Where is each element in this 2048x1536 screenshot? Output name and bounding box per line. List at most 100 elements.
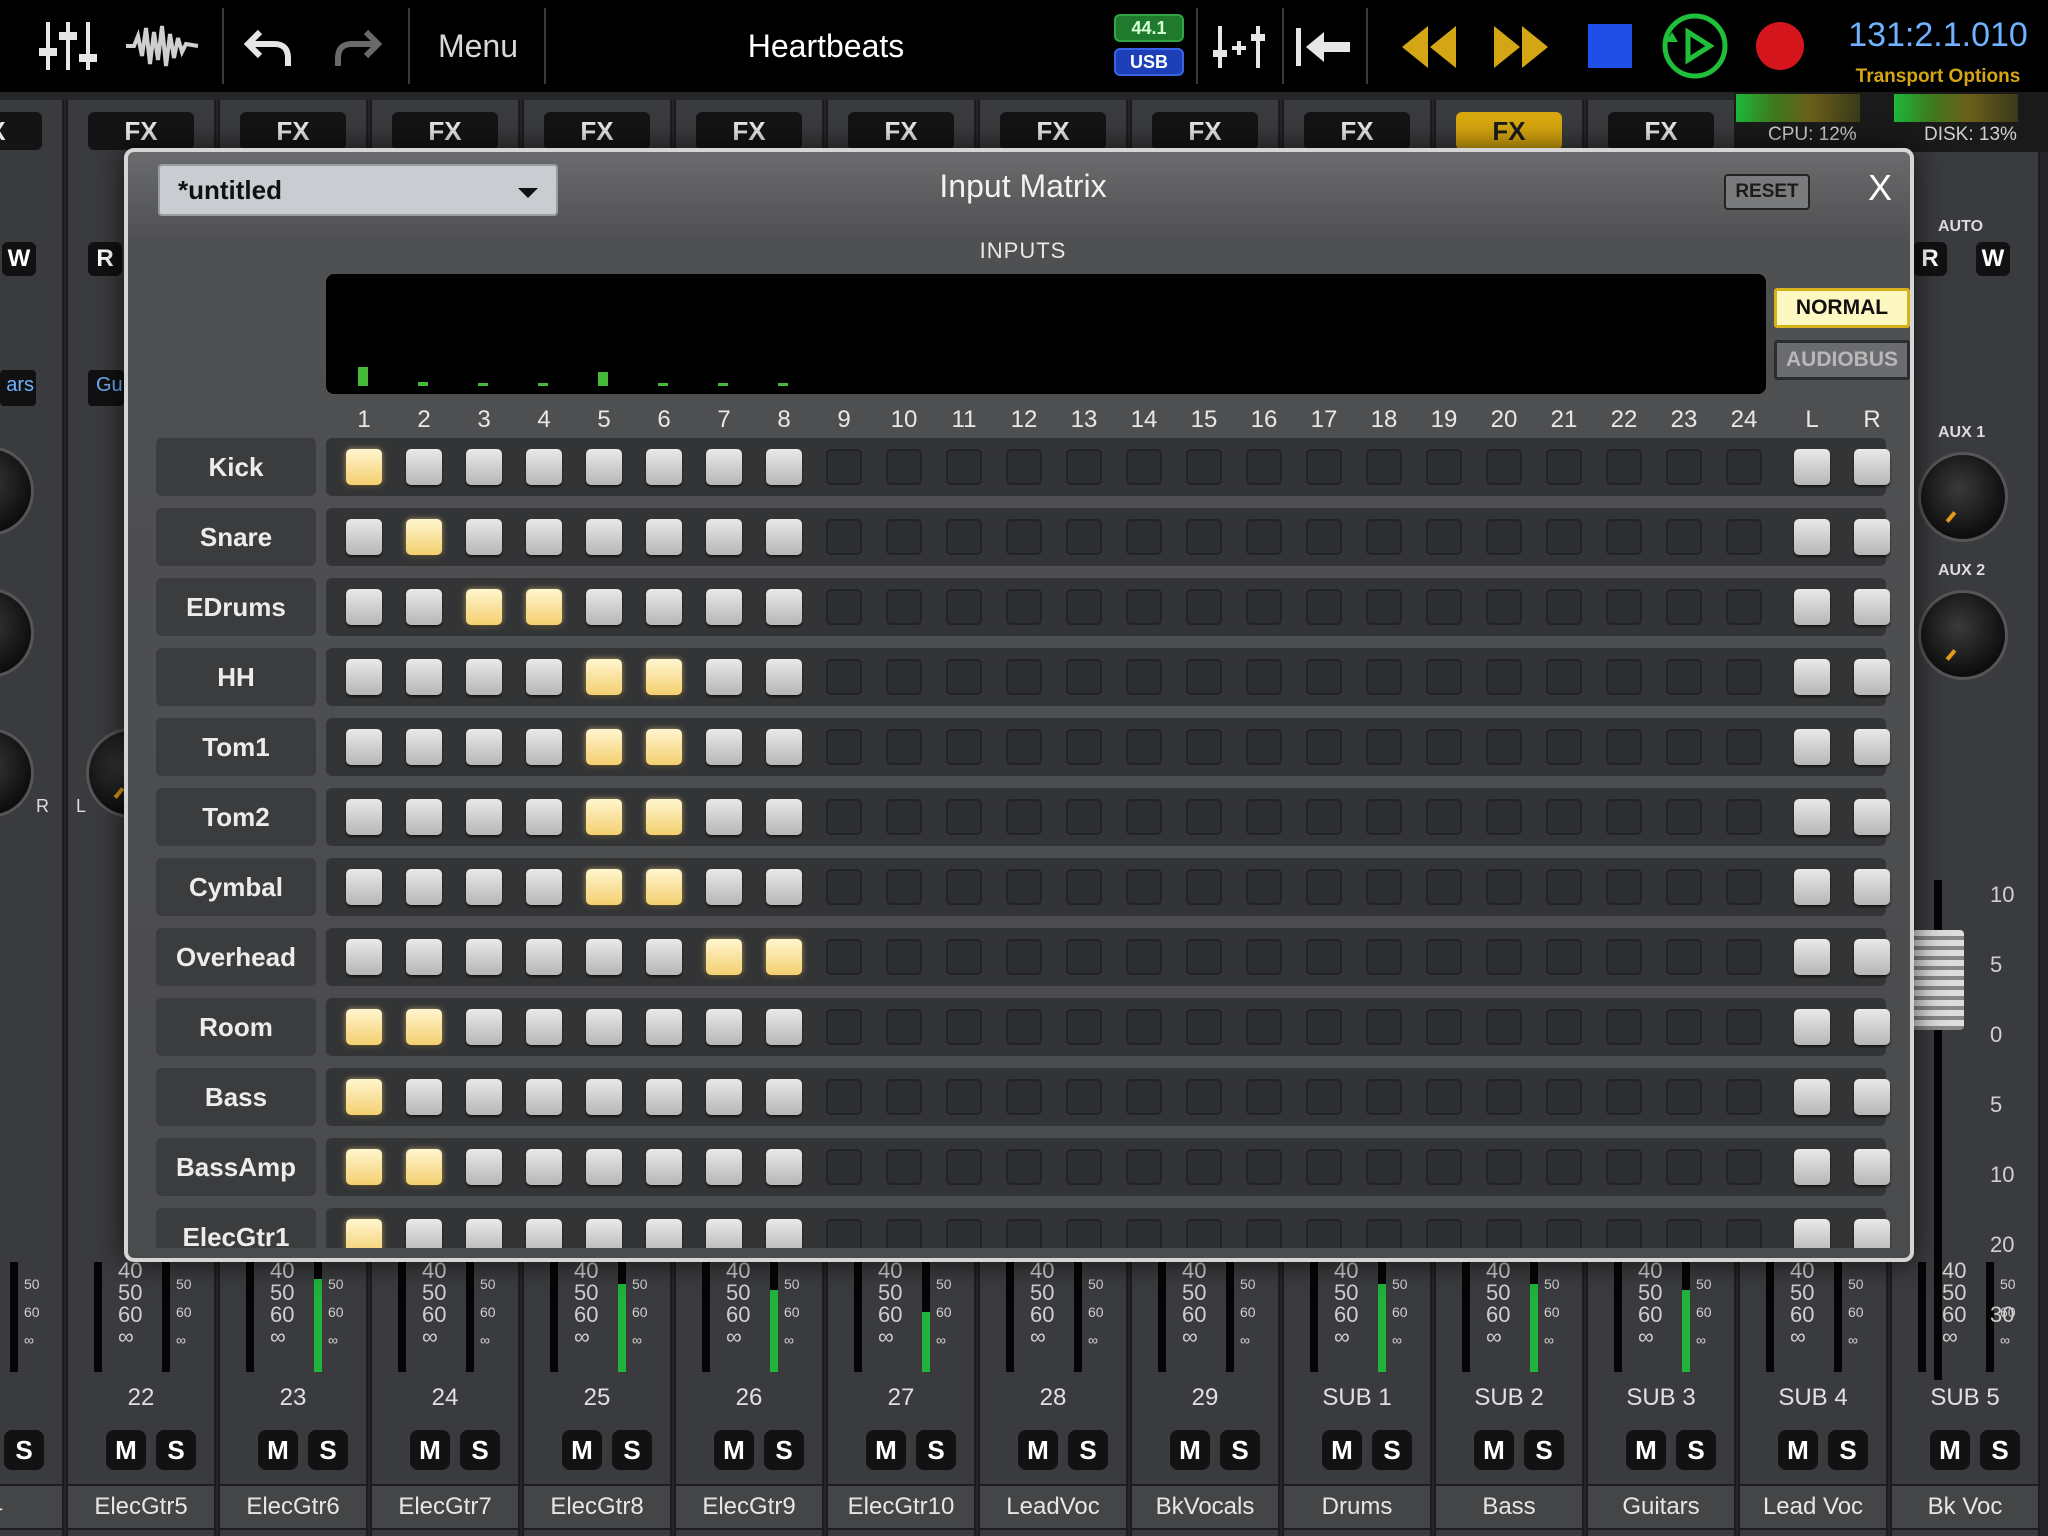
routing-cell[interactable]	[766, 449, 802, 485]
routing-cell[interactable]	[646, 1149, 682, 1185]
mute-button[interactable]: M	[1930, 1430, 1970, 1470]
mute-button[interactable]: M	[1170, 1430, 1210, 1470]
solo-button[interactable]: S	[1676, 1430, 1716, 1470]
routing-cell[interactable]	[646, 729, 682, 765]
solo-button[interactable]: S	[308, 1430, 348, 1470]
routing-cell[interactable]	[1794, 729, 1830, 765]
return-to-start-icon[interactable]	[1294, 26, 1352, 68]
routing-cell[interactable]	[586, 799, 622, 835]
strip-name-button[interactable]: Lead Voc	[1738, 1484, 1888, 1530]
aux2-send-knob[interactable]	[1918, 590, 2008, 680]
routing-cell[interactable]	[406, 1149, 442, 1185]
routing-cell[interactable]	[646, 519, 682, 555]
strip-name-button[interactable]: ElecGtr9	[674, 1484, 824, 1530]
routing-cell[interactable]	[646, 449, 682, 485]
routing-cell[interactable]	[406, 1219, 442, 1248]
routing-cell[interactable]	[646, 1079, 682, 1115]
routing-cell[interactable]	[586, 1009, 622, 1045]
aux1-send-knob[interactable]	[1918, 452, 2008, 542]
routing-cell[interactable]	[706, 939, 742, 975]
track-row-label[interactable]: BassAmp	[156, 1138, 316, 1196]
fader-track[interactable]	[1462, 1262, 1470, 1372]
track-row-label[interactable]: EDrums	[156, 578, 316, 636]
routing-cell[interactable]	[406, 939, 442, 975]
routing-cell[interactable]	[766, 1219, 802, 1248]
strip-name-button[interactable]: ElecGtr7	[370, 1484, 520, 1530]
routing-cell[interactable]	[586, 939, 622, 975]
routing-cell[interactable]	[1854, 799, 1890, 835]
routing-cell[interactable]	[1854, 1149, 1890, 1185]
routing-cell[interactable]	[346, 869, 382, 905]
routing-cell[interactable]	[466, 869, 502, 905]
routing-cell[interactable]	[766, 939, 802, 975]
routing-cell[interactable]	[406, 589, 442, 625]
strip-name-button[interactable]: ElecGtr6	[218, 1484, 368, 1530]
routing-cell[interactable]	[1854, 1009, 1890, 1045]
solo-button[interactable]: S	[1372, 1430, 1412, 1470]
fader-track[interactable]	[1918, 1262, 1926, 1372]
left-strip-write-button[interactable]: W	[2, 242, 36, 276]
waveform-icon[interactable]	[124, 22, 200, 70]
normal-mode-button[interactable]: NORMAL	[1774, 288, 1910, 328]
routing-cell[interactable]	[466, 799, 502, 835]
fader-cap[interactable]	[1912, 930, 1964, 1030]
routing-cell[interactable]	[706, 659, 742, 695]
routing-cell[interactable]	[706, 869, 742, 905]
mute-button[interactable]: M	[714, 1430, 754, 1470]
fader-track[interactable]	[1006, 1262, 1014, 1372]
song-title[interactable]: Heartbeats	[600, 20, 1052, 72]
track-row-label[interactable]: Overhead	[156, 928, 316, 986]
strip-name-button[interactable]: ElecGtr5	[66, 1484, 216, 1530]
timecode-display[interactable]: 131:2.1.010	[1838, 16, 2038, 55]
routing-cell[interactable]	[706, 799, 742, 835]
mute-button[interactable]: M	[410, 1430, 450, 1470]
routing-cell[interactable]	[346, 589, 382, 625]
menu-button[interactable]: Menu	[420, 20, 536, 72]
routing-cell[interactable]	[346, 799, 382, 835]
left-strip-read-button[interactable]: R	[88, 242, 122, 276]
routing-cell[interactable]	[586, 589, 622, 625]
fader-track[interactable]	[702, 1262, 710, 1372]
fast-forward-icon[interactable]	[1492, 22, 1550, 72]
routing-cell[interactable]	[1794, 869, 1830, 905]
routing-cell[interactable]	[466, 659, 502, 695]
fx-button[interactable]: FX	[1000, 112, 1106, 150]
fx-button[interactable]: FX	[88, 112, 194, 150]
stop-icon[interactable]	[1586, 22, 1634, 70]
routing-cell[interactable]	[766, 589, 802, 625]
solo-button[interactable]: S	[156, 1430, 196, 1470]
play-icon[interactable]	[1660, 12, 1730, 80]
fx-button[interactable]: FX	[696, 112, 802, 150]
record-icon[interactable]	[1754, 20, 1806, 72]
routing-cell[interactable]	[346, 1009, 382, 1045]
routing-cell[interactable]	[526, 589, 562, 625]
transport-options-link[interactable]: Transport Options	[1838, 66, 2038, 88]
routing-cell[interactable]	[526, 869, 562, 905]
mute-button[interactable]: M	[1778, 1430, 1818, 1470]
routing-cell[interactable]	[706, 1149, 742, 1185]
routing-cell[interactable]	[1794, 1149, 1830, 1185]
solo-button[interactable]: S	[1220, 1430, 1260, 1470]
routing-cell[interactable]	[1794, 1219, 1830, 1248]
routing-cell[interactable]	[526, 1149, 562, 1185]
routing-cell[interactable]	[706, 729, 742, 765]
routing-cell[interactable]	[1854, 1079, 1890, 1115]
mute-button[interactable]: M	[562, 1430, 602, 1470]
audiobus-mode-button[interactable]: AUDIOBUS	[1774, 340, 1910, 380]
routing-cell[interactable]	[706, 1079, 742, 1115]
routing-cell[interactable]	[766, 1009, 802, 1045]
track-row-label[interactable]: Kick	[156, 438, 316, 496]
routing-cell[interactable]	[1794, 1009, 1830, 1045]
strip-name-button[interactable]: Bass	[1434, 1484, 1584, 1530]
fader-track[interactable]	[550, 1262, 558, 1372]
fader-track[interactable]	[854, 1262, 862, 1372]
routing-cell[interactable]	[346, 1079, 382, 1115]
mute-button[interactable]: M	[1322, 1430, 1362, 1470]
solo-button[interactable]: S	[4, 1430, 44, 1470]
fader-track[interactable]	[1766, 1262, 1774, 1372]
strip-name-button[interactable]: LeadVoc	[978, 1484, 1128, 1530]
routing-cell[interactable]	[1854, 939, 1890, 975]
routing-cell[interactable]	[1794, 449, 1830, 485]
routing-cell[interactable]	[346, 449, 382, 485]
fader-add-icon[interactable]	[1210, 22, 1268, 72]
